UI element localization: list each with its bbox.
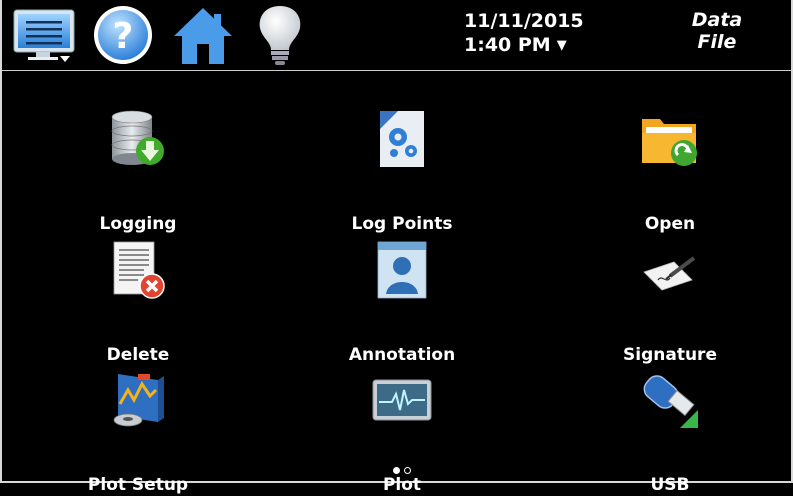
tile-label: Log Points xyxy=(351,214,453,234)
tile-annotation[interactable]: Annotation xyxy=(292,235,512,365)
tile-open[interactable]: Open xyxy=(560,104,780,234)
svg-text:?: ? xyxy=(113,16,134,57)
tile-plot-setup[interactable]: Plot Setup xyxy=(28,365,248,495)
plot-setup-icon xyxy=(108,370,168,430)
tile-usb[interactable]: USB xyxy=(560,365,780,495)
lightbulb-icon[interactable] xyxy=(252,2,308,68)
tile-label: USB xyxy=(650,475,690,495)
tile-signature[interactable]: Signature xyxy=(560,235,780,365)
monitor-menu-icon[interactable] xyxy=(12,2,78,68)
time-dropdown-caret-icon[interactable]: ▼ xyxy=(557,38,567,53)
tile-label: Signature xyxy=(623,345,717,365)
page-dot[interactable] xyxy=(404,467,411,474)
screen-title: Data File xyxy=(662,9,772,53)
folder-open-icon xyxy=(640,109,700,169)
home-icon[interactable] xyxy=(172,2,238,68)
top-bar: ? 11/11/2015 1:40 PM ▼ Data File xyxy=(2,0,791,71)
help-icon[interactable]: ? xyxy=(92,2,158,68)
screen-title-line2: File xyxy=(697,31,737,53)
menu-grid: Logging Log Points Open Delete Annotatio… xyxy=(2,71,791,495)
usb-drive-icon xyxy=(640,370,700,430)
time-text: 1:40 PM xyxy=(464,34,551,56)
tile-label: Logging xyxy=(99,214,177,234)
hmi-screen: ? 11/11/2015 1:40 PM ▼ Data File Logging… xyxy=(0,0,793,495)
tile-logging[interactable]: Logging xyxy=(28,104,248,234)
tile-label: Plot xyxy=(382,475,422,495)
signature-pen-icon xyxy=(640,240,700,300)
tile-label: Annotation xyxy=(348,345,456,365)
database-download-icon xyxy=(108,109,168,169)
screen-title-line1: Data xyxy=(691,9,743,31)
tile-label: Delete xyxy=(106,345,170,365)
tile-label: Open xyxy=(644,214,696,234)
tile-label: Plot Setup xyxy=(87,475,189,495)
document-delete-icon xyxy=(108,240,168,300)
waveform-monitor-icon xyxy=(372,370,432,430)
text-person-icon xyxy=(372,240,432,300)
page-indicator xyxy=(393,467,411,477)
tile-delete[interactable]: Delete xyxy=(28,235,248,365)
gear-document-icon xyxy=(372,109,432,169)
page-dot-active[interactable] xyxy=(393,467,400,474)
tile-log-points[interactable]: Log Points xyxy=(292,104,512,234)
date-time-display[interactable]: 11/11/2015 1:40 PM ▼ xyxy=(464,9,584,58)
date-text: 11/11/2015 xyxy=(464,10,584,32)
